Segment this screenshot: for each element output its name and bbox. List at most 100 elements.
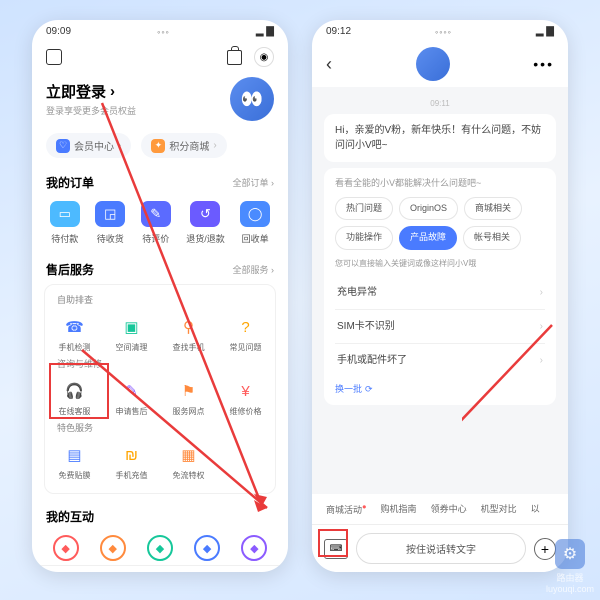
service-icon: 🎧 [64,380,86,402]
login-sub: 登录享受更多会员权益 [46,104,136,117]
interact-icon[interactable]: ◆ [147,535,173,561]
orders-more[interactable]: 全部订单 › [233,176,275,189]
interact-icon[interactable]: ◆ [194,535,220,561]
tag-item[interactable]: 领券中心 [431,502,467,516]
order-item[interactable]: ◲待收货 [95,201,125,245]
topics-prompt: 看看全能的小V都能解决什么问题吧~ [335,177,545,191]
tag-item[interactable]: 以 [531,502,540,516]
service-item[interactable]: ☎手机检测 [47,312,102,357]
order-icon: ✎ [141,201,171,227]
interact-title: 我的互动 [46,508,94,525]
service-item[interactable]: ⚑服务网点 [161,376,216,421]
service-more[interactable]: 全部服务 › [233,263,275,276]
greeting-bubble: Hi，亲爱的V粉，新年快乐！有什么问题，不妨问问小V吧~ [324,114,556,162]
orders-header: 我的订单 全部订单 › [32,168,288,197]
avatar[interactable] [230,77,274,121]
order-item[interactable]: ↺退货/退款 [186,201,225,245]
service-item[interactable]: ¥维修价格 [218,376,273,421]
status-icons: ◦◦◦◦ [435,27,452,37]
timestamp: 09:11 [324,99,556,108]
topic-chip[interactable]: 产品故障 [399,226,457,250]
service-row: ▤免费贴膜₪手机充值▦免流特权 [47,440,273,485]
back-icon[interactable]: ‹ [326,54,332,75]
service-icon: ⚑ [178,380,200,402]
cart-icon[interactable] [227,50,242,65]
question-list: 充电异常›SIM卡不识别›手机或配件坏了› [335,276,545,377]
status-bar: 09:12 ◦◦◦◦ ▂ ▇ [312,20,568,41]
service-icon: ✎ [121,380,143,402]
order-item[interactable]: ✎待评价 [141,201,171,245]
status-bar: 09:09 ◦◦◦ ▂ ▇ [32,20,288,41]
service-item[interactable]: ?常见问题 [218,312,273,357]
phone-left-profile: 09:09 ◦◦◦ ▂ ▇ ◉ 立即登录› 登录享受更多会员权益 ♡会员中心› ✦… [32,20,288,572]
battery-icons: ▂ ▇ [536,26,554,37]
service-icon: ▣ [121,316,143,338]
status-icons: ◦◦◦ [157,27,170,37]
order-item[interactable]: ▭待付款 [50,201,80,245]
chips-row: ♡会员中心› ✦积分商城› [32,129,288,168]
order-item[interactable]: ◯回收单 [240,201,270,245]
order-icon: ▭ [50,201,80,227]
service-subtitle: 咨询与维修 [47,357,273,376]
chevron-right-icon: › [110,83,115,100]
watermark: ⚙ 路由器 luyouqi.com [546,539,594,594]
settings-icon[interactable] [46,49,62,65]
input-bar: ⌨ 按住说话转文字 + [312,524,568,572]
topics: 热门问题OriginOS商城相关功能操作产品故障帐号相关 [335,197,545,250]
refresh-icon: ⟳ [365,383,373,397]
tag-item[interactable]: 购机指南 [381,502,417,516]
question-item[interactable]: 充电异常› [335,276,545,310]
service-item[interactable]: ⚲查找手机 [161,312,216,357]
interact-icon[interactable]: ◆ [100,535,126,561]
topic-chip[interactable]: OriginOS [399,197,458,221]
topic-chip[interactable]: 功能操作 [335,226,393,250]
tag-item[interactable]: 商城活动● [326,502,367,516]
time: 09:09 [46,26,71,37]
login-row[interactable]: 立即登录› 登录享受更多会员权益 [32,73,288,129]
tag-item[interactable]: 机型对比 [481,502,517,516]
refresh-button[interactable]: 换一批⟳ [335,383,545,397]
tag-list: 商城活动● 购机指南领券中心机型对比以 [312,494,568,524]
order-icon: ◯ [240,201,270,227]
service-item[interactable]: ▦免流特权 [161,440,216,485]
chip[interactable]: ♡会员中心› [46,133,131,158]
interact-icon[interactable]: ◆ [241,535,267,561]
service-icon: ? [235,316,257,338]
voice-input-button[interactable]: 按住说话转文字 [356,533,526,564]
more-icon[interactable]: ••• [533,56,554,72]
chevron-right-icon: › [540,319,543,334]
service-card: 自助排查☎手机检测▣空间清理⚲查找手机?常见问题咨询与维修🎧在线客服✎申请售后⚑… [44,284,276,494]
service-item[interactable]: ✎申请售后 [104,376,159,421]
login-title: 立即登录 [46,81,106,102]
service-icon: ☎ [64,316,86,338]
topic-chip[interactable]: 热门问题 [335,197,393,221]
service-item[interactable]: 🎧在线客服 [47,376,102,421]
service-row: 🎧在线客服✎申请售后⚑服务网点¥维修价格 [47,376,273,421]
service-item[interactable]: ₪手机充值 [104,440,159,485]
question-item[interactable]: SIM卡不识别› [335,310,545,344]
question-item[interactable]: 手机或配件坏了› [335,344,545,377]
topic-chip[interactable]: 商城相关 [464,197,522,221]
interact-row: ◆ ◆ ◆ ◆ ◆ [32,531,288,565]
chevron-right-icon: › [540,353,543,368]
keyboard-icon[interactable]: ⌨ [324,539,348,559]
service-row: ☎手机检测▣空间清理⚲查找手机?常见问题 [47,312,273,357]
service-item[interactable]: ▣空间清理 [104,312,159,357]
order-icon: ◲ [95,201,125,227]
interact-icon[interactable]: ◆ [53,535,79,561]
assistant-icon[interactable]: ◉ [254,47,274,67]
chat-header: ‹ ••• [312,41,568,87]
top-bar: ◉ [32,41,288,73]
interact-header: 我的互动 [32,502,288,531]
service-subtitle: 自助排查 [47,293,273,312]
chip-icon: ✦ [151,139,165,153]
orders-row: ▭待付款 ◲待收货 ✎待评价 ↺退货/退款 ◯回收单 [32,197,288,255]
service-icon: ₪ [121,444,143,466]
orders-title: 我的订单 [46,174,94,191]
service-icon: ⚲ [178,316,200,338]
phone-right-chat: 09:12 ◦◦◦◦ ▂ ▇ ‹ ••• 09:11 Hi，亲爱的V粉，新年快乐… [312,20,568,572]
chip[interactable]: ✦积分商城› [141,133,226,158]
order-icon: ↺ [190,201,220,227]
service-item[interactable]: ▤免费贴膜 [47,440,102,485]
topic-chip[interactable]: 帐号相关 [463,226,521,250]
